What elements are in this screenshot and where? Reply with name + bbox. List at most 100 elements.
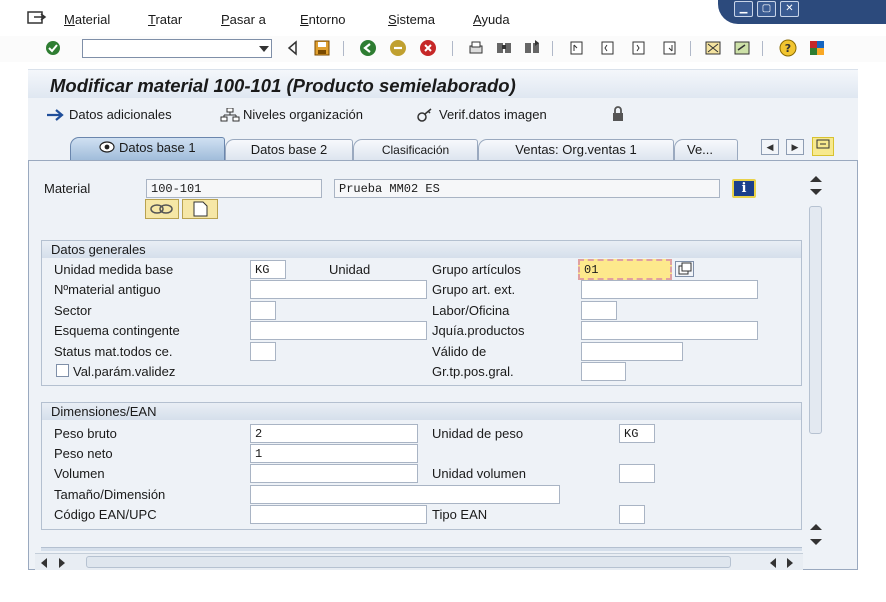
- scroll-down-icon[interactable]: [810, 539, 822, 545]
- weight-unit-label: Unidad de peso: [432, 426, 524, 441]
- valid-params-checkbox[interactable]: [56, 364, 69, 377]
- tab-datos-base-1[interactable]: Datos base 1: [70, 137, 225, 161]
- group-title: Dimensiones/EAN: [42, 402, 801, 420]
- tab-strip: Datos base 1 Datos base 2 Clasificación …: [28, 130, 858, 161]
- toolbar-separator: [343, 41, 344, 56]
- scroll-down-icon[interactable]: [810, 189, 822, 195]
- gen-item-cat-field[interactable]: [581, 362, 626, 381]
- base-uom-field[interactable]: KG: [250, 260, 286, 279]
- menu-pasar-a[interactable]: Pasar a: [221, 12, 266, 27]
- print-icon[interactable]: [467, 39, 485, 57]
- search-help-button[interactable]: [675, 261, 694, 277]
- check-screen-data-button[interactable]: Verif.datos imagen: [416, 107, 547, 122]
- net-weight-field[interactable]: 1: [250, 444, 418, 463]
- size-dims-field[interactable]: [250, 485, 560, 504]
- lab-office-field[interactable]: [581, 301, 617, 320]
- eye-icon: [99, 141, 115, 153]
- hierarchy-icon: [220, 107, 240, 122]
- maximize-icon[interactable]: ▢: [757, 1, 776, 17]
- base-uom-text: Unidad: [329, 262, 371, 277]
- scroll-right-icon[interactable]: [59, 558, 65, 568]
- material-label: Material: [44, 181, 91, 196]
- new-session-icon[interactable]: [704, 39, 722, 57]
- material-description-field: Prueba MM02 ES: [334, 179, 720, 198]
- additional-data-label: Datos adicionales: [69, 107, 172, 122]
- exit-icon[interactable]: [389, 39, 407, 57]
- ext-material-group-field[interactable]: [581, 280, 758, 299]
- group-title: Datos generales: [42, 240, 801, 258]
- ean-type-field[interactable]: [619, 505, 645, 524]
- system-menu-icon[interactable]: [27, 10, 47, 26]
- close-icon[interactable]: ✕: [780, 1, 799, 17]
- help-icon[interactable]: ?: [779, 39, 797, 57]
- next-page-icon[interactable]: [630, 39, 648, 57]
- menu-material[interactable]: Material: [64, 12, 110, 27]
- org-levels-button[interactable]: Niveles organización: [220, 107, 363, 122]
- horizontal-scrollbar[interactable]: [35, 553, 803, 570]
- volume-field[interactable]: [250, 464, 418, 483]
- previous-page-icon[interactable]: [599, 39, 617, 57]
- ean-field[interactable]: [250, 505, 427, 524]
- tab-label: Ventas: Org.ventas 1: [515, 142, 637, 157]
- tab-scroll-left-icon[interactable]: ◀: [761, 139, 779, 155]
- tab-clasificacion[interactable]: Clasificación: [353, 139, 478, 160]
- shortcut-icon[interactable]: [733, 39, 751, 57]
- valid-from-field[interactable]: [581, 342, 683, 361]
- application-toolbar: Datos adicionales Niveles organización V…: [28, 98, 858, 130]
- back-icon[interactable]: [359, 39, 377, 57]
- related-materials-button[interactable]: [145, 199, 179, 219]
- volume-label: Volumen: [54, 466, 105, 481]
- chevron-down-icon[interactable]: [259, 46, 269, 52]
- division-label: Sector: [54, 303, 92, 318]
- command-field[interactable]: [82, 39, 272, 58]
- old-material-field[interactable]: [250, 280, 427, 299]
- weight-unit-field[interactable]: KG: [619, 424, 655, 443]
- tab-ventas-truncated[interactable]: Ve...: [674, 139, 738, 160]
- value-help-icon: [678, 262, 692, 275]
- volume-unit-field[interactable]: [619, 464, 655, 483]
- material-group-field[interactable]: 01: [578, 259, 672, 280]
- gross-weight-label: Peso bruto: [54, 426, 117, 441]
- tab-datos-base-2[interactable]: Datos base 2: [225, 139, 353, 160]
- xplant-status-field[interactable]: [250, 342, 276, 361]
- prod-hierarchy-field[interactable]: [581, 321, 758, 340]
- net-weight-label: Peso neto: [54, 446, 113, 461]
- scroll-up-icon[interactable]: [810, 524, 822, 530]
- find-next-icon[interactable]: [523, 39, 541, 57]
- menu-ayuda[interactable]: Ayuda: [473, 12, 510, 27]
- scroll-right-icon[interactable]: [787, 558, 793, 568]
- scroll-up-icon[interactable]: [810, 176, 822, 182]
- document-icon: [193, 201, 208, 217]
- scroll-thumb[interactable]: [86, 556, 731, 568]
- first-page-icon[interactable]: [568, 39, 586, 57]
- customize-layout-icon[interactable]: [808, 39, 826, 57]
- lock-icon[interactable]: [610, 106, 626, 122]
- title-bar: Modificar material 100-101 (Producto sem…: [28, 69, 858, 98]
- division-field[interactable]: [250, 301, 276, 320]
- menu-tratar[interactable]: Tratar: [148, 12, 182, 27]
- tab-label: Datos base 2: [250, 142, 328, 157]
- vertical-scrollbar[interactable]: [805, 172, 827, 554]
- save-icon[interactable]: [313, 39, 331, 57]
- long-text-button[interactable]: [182, 199, 218, 219]
- menu-sistema[interactable]: Sistema: [388, 12, 435, 27]
- tab-ventas-org-ventas-1[interactable]: Ventas: Org.ventas 1: [478, 139, 674, 160]
- find-icon[interactable]: [495, 39, 513, 57]
- minimize-icon[interactable]: ▁: [734, 1, 753, 17]
- contingent-field[interactable]: [250, 321, 427, 340]
- menu-entorno[interactable]: Entorno: [300, 12, 346, 27]
- cancel-icon[interactable]: [419, 39, 437, 57]
- scroll-left-icon[interactable]: [770, 558, 776, 568]
- tab-scroll-right-icon[interactable]: ▶: [786, 139, 804, 155]
- gross-weight-field[interactable]: 2: [250, 424, 418, 443]
- last-page-icon[interactable]: [661, 39, 679, 57]
- additional-data-button[interactable]: Datos adicionales: [46, 107, 172, 122]
- link-icon: [150, 204, 173, 214]
- tab-list-icon[interactable]: [812, 137, 834, 156]
- info-icon[interactable]: i: [732, 179, 756, 198]
- chevron-left-icon[interactable]: [284, 39, 302, 57]
- scroll-thumb[interactable]: [809, 206, 822, 434]
- scroll-left-icon[interactable]: [41, 558, 47, 568]
- toolbar-separator: [690, 41, 691, 56]
- enter-check-icon[interactable]: [44, 39, 62, 57]
